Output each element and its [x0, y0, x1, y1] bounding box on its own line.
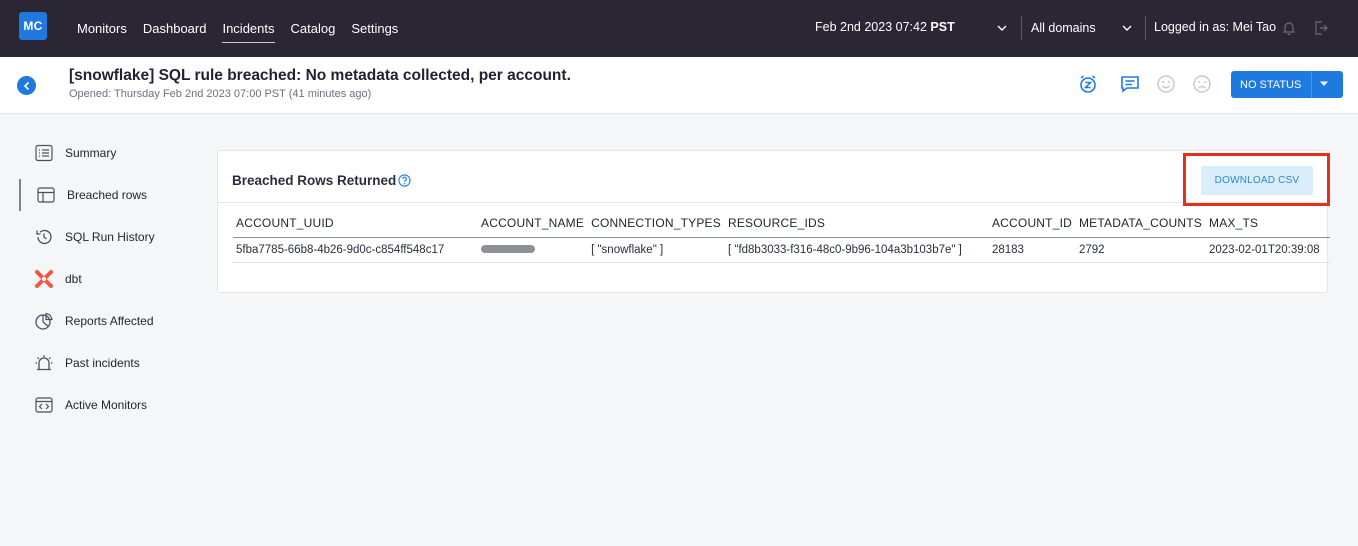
- divider: [1021, 16, 1022, 40]
- dbt-icon: [35, 270, 53, 288]
- cell-metadata-counts: 2792: [1075, 237, 1206, 263]
- table-icon: [37, 187, 55, 203]
- nav-settings[interactable]: Settings: [351, 0, 398, 57]
- redacted-value: [481, 244, 535, 253]
- highlight-box: [1183, 153, 1330, 206]
- nav-catalog[interactable]: Catalog: [291, 0, 336, 57]
- column-header[interactable]: ACCOUNT_UUID: [233, 210, 478, 238]
- cell-resource-ids: [ "fd8b3033-f316-48c0-9b96-104a3b103b7e"…: [724, 237, 989, 263]
- cell-account-uuid: 5fba7785-66b8-4b26-9d0c-c854ff548c17: [233, 237, 478, 263]
- snooze-icon[interactable]: [1078, 74, 1098, 94]
- chevron-left-icon: [23, 81, 29, 90]
- sidebar-item-past-incidents[interactable]: Past incidents: [19, 347, 199, 379]
- logged-in-user: Logged in as: Mei Tao: [1154, 20, 1277, 34]
- breached-rows-table: ACCOUNT_UUID ACCOUNT_NAME CONNECTION_TYP…: [233, 210, 1330, 263]
- card-title: Breached Rows Returned: [232, 173, 397, 188]
- sidebar-item-sql-run-history[interactable]: SQL Run History: [19, 221, 199, 253]
- help-icon[interactable]: [398, 174, 411, 187]
- sidebar-item-label: SQL Run History: [65, 230, 155, 244]
- incident-title: [snowflake] SQL rule breached: No metada…: [69, 67, 571, 84]
- sidebar-item-label: Reports Affected: [65, 314, 154, 328]
- nav-monitors[interactable]: Monitors: [77, 0, 127, 57]
- cell-max-ts: 2023-02-01T20:39:08: [1206, 237, 1330, 263]
- back-button[interactable]: [17, 76, 36, 95]
- sidebar-item-active-monitors[interactable]: Active Monitors: [19, 389, 199, 421]
- timezone-label: PST: [930, 20, 955, 34]
- list-icon: [35, 144, 53, 162]
- date-value: Feb 2nd 2023 07:42: [815, 20, 927, 34]
- logout-icon[interactable]: [1314, 20, 1328, 36]
- sidebar-item-breached-rows[interactable]: Breached rows: [19, 179, 199, 211]
- column-header[interactable]: ACCOUNT_ID: [988, 210, 1076, 238]
- chevron-down-icon[interactable]: [996, 22, 1008, 34]
- column-header[interactable]: MAX_TS: [1206, 210, 1330, 238]
- sidebar-item-label: Past incidents: [65, 356, 140, 370]
- table-header-row: ACCOUNT_UUID ACCOUNT_NAME CONNECTION_TYP…: [233, 210, 1330, 238]
- chevron-down-icon[interactable]: [1121, 22, 1133, 34]
- sidebar-item-label: Breached rows: [67, 188, 148, 202]
- sidebar-item-label: Summary: [65, 146, 117, 160]
- sad-face-icon[interactable]: [1192, 74, 1212, 94]
- history-icon: [36, 229, 52, 245]
- sidebar-item-summary[interactable]: Summary: [19, 137, 199, 169]
- caret-down-icon[interactable]: [1319, 80, 1329, 88]
- sidebar-item-reports-affected[interactable]: Reports Affected: [19, 305, 199, 337]
- code-window-icon: [35, 397, 53, 413]
- cell-connection-types: [ "snowflake" ]: [588, 237, 725, 263]
- incident-header: [snowflake] SQL rule breached: No metada…: [0, 57, 1358, 114]
- nav-incidents[interactable]: Incidents: [222, 0, 275, 57]
- status-label: NO STATUS: [1240, 78, 1302, 91]
- bell-icon[interactable]: [1282, 20, 1296, 36]
- column-header[interactable]: RESOURCE_IDS: [724, 210, 989, 238]
- nav-dashboard[interactable]: Dashboard: [143, 0, 207, 57]
- divider: [1145, 16, 1146, 40]
- divider: [1311, 71, 1312, 98]
- happy-face-icon[interactable]: [1156, 74, 1176, 94]
- sidebar-item-label: Active Monitors: [65, 398, 148, 412]
- divider: [218, 202, 1327, 203]
- status-dropdown-button[interactable]: NO STATUS: [1231, 71, 1343, 98]
- table-row: 5fba7785-66b8-4b26-9d0c-c854ff548c17 [ "…: [233, 237, 1330, 263]
- sidebar-item-dbt[interactable]: dbt: [19, 263, 199, 295]
- comment-icon[interactable]: [1120, 74, 1140, 94]
- alarm-icon: [35, 355, 53, 371]
- pie-chart-icon: [35, 312, 53, 330]
- sidebar-item-label: dbt: [65, 272, 82, 286]
- column-header[interactable]: ACCOUNT_NAME: [478, 210, 589, 238]
- mc-logo[interactable]: MC: [19, 12, 47, 40]
- incident-opened-time: Opened: Thursday Feb 2nd 2023 07:00 PST …: [69, 88, 372, 100]
- date-picker[interactable]: Feb 2nd 2023 07:42 PST: [815, 20, 955, 34]
- domain-select[interactable]: All domains: [1031, 21, 1096, 35]
- main-nav: Monitors Dashboard Incidents Catalog Set…: [77, 0, 414, 57]
- top-nav-bar: MC Monitors Dashboard Incidents Catalog …: [0, 0, 1358, 57]
- cell-account-name: [478, 237, 589, 263]
- column-header[interactable]: METADATA_COUNTS: [1075, 210, 1206, 238]
- column-header[interactable]: CONNECTION_TYPES: [588, 210, 725, 238]
- cell-account-id: 28183: [988, 237, 1076, 263]
